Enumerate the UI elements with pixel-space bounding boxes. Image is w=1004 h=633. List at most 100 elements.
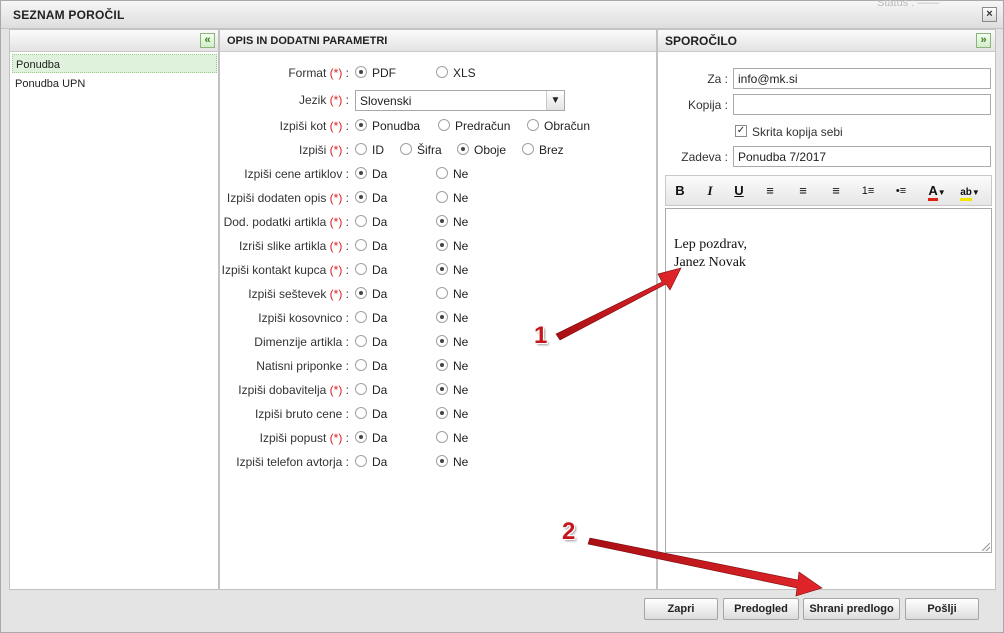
radio-option[interactable]: Ne [436,262,468,280]
subject-field[interactable]: Ponudba 7/2017 [733,146,991,167]
radio-option[interactable]: Da [355,454,387,472]
radio-option[interactable]: Da [355,430,387,448]
radio-button[interactable] [436,310,448,323]
radio-option[interactable]: Da [355,334,387,352]
radio-button[interactable] [436,214,448,227]
radio-button[interactable] [355,454,367,467]
radio-button[interactable] [355,358,367,371]
radio-option[interactable]: Brez [522,142,564,160]
report-list-item[interactable]: Ponudba [12,54,217,73]
radio-button[interactable] [436,406,448,419]
radio-option[interactable]: Ne [436,358,468,376]
radio-option[interactable]: Da [355,190,387,208]
radio-option[interactable]: Ne [436,310,468,328]
radio-option[interactable]: Oboje [457,142,506,160]
radio-button[interactable] [355,190,367,203]
radio-button[interactable] [400,142,412,155]
radio-button[interactable] [355,286,367,299]
bold-icon[interactable]: B [670,183,690,199]
radio-option[interactable]: Da [355,262,387,280]
resize-grip-icon[interactable] [982,543,990,551]
close-button[interactable]: Zapri [644,598,718,620]
expand-right-icon[interactable]: » [976,33,991,48]
radio-option[interactable]: Ne [436,286,468,304]
chevron-down-icon[interactable]: ▼ [546,91,564,110]
radio-option[interactable]: Ne [436,238,468,256]
radio-option[interactable]: Predračun [438,118,510,136]
radio-button[interactable] [436,262,448,275]
radio-button[interactable] [355,382,367,395]
radio-option[interactable]: Ne [436,454,468,472]
radio-button[interactable] [527,118,539,131]
radio-option[interactable]: Da [355,358,387,376]
radio-button[interactable] [355,214,367,227]
align-center-icon[interactable]: ≡ [793,183,813,199]
radio-option[interactable]: Ne [436,334,468,352]
radio-option[interactable]: Da [355,166,387,184]
radio-button[interactable] [355,238,367,251]
bcc-self-checkbox[interactable]: ✓ [735,125,747,137]
bullet-list-icon[interactable]: •≡ [891,183,911,199]
italic-icon[interactable]: I [700,183,720,199]
radio-button[interactable] [436,238,448,251]
radio-option[interactable]: Da [355,238,387,256]
radio-button[interactable] [355,118,367,131]
radio-button[interactable] [355,406,367,419]
radio-button[interactable] [436,382,448,395]
radio-option[interactable]: Ne [436,406,468,424]
send-button[interactable]: Pošlji [905,598,979,620]
underline-icon[interactable]: U [729,183,749,199]
radio-button[interactable] [457,142,469,155]
radio-button[interactable] [355,310,367,323]
cc-field[interactable] [733,94,991,115]
highlight-icon[interactable]: ab▼ [956,183,984,201]
radio-button[interactable] [355,166,367,179]
preview-button[interactable]: Predogled [723,598,799,620]
radio-button[interactable] [355,430,367,443]
align-right-icon[interactable]: ≡ [826,183,846,199]
ordered-list-icon[interactable]: 1≡ [858,183,878,199]
radio-button[interactable] [355,334,367,347]
radio-button[interactable] [436,454,448,467]
radio-option[interactable]: Ne [436,190,468,208]
radio-button[interactable] [436,286,448,299]
radio-button[interactable] [436,358,448,371]
radio-option[interactable]: Ne [436,382,468,400]
radio-option[interactable]: ID [355,142,384,160]
radio-option[interactable]: Šifra [400,142,442,160]
align-left-icon[interactable]: ≡ [760,183,780,199]
radio-option-label: Ne [453,166,469,181]
radio-option[interactable]: Ne [436,166,468,184]
radio-button[interactable] [355,65,367,78]
to-field[interactable]: info@mk.si [733,68,991,89]
close-icon[interactable]: × [982,7,997,22]
radio-option[interactable]: Da [355,310,387,328]
radio-button[interactable] [436,334,448,347]
radio-button[interactable] [436,190,448,203]
report-list-item[interactable]: Ponudba UPN [12,74,217,93]
radio-option[interactable]: Ne [436,214,468,232]
radio-button[interactable] [522,142,534,155]
radio-button[interactable] [436,65,448,78]
radio-button[interactable] [355,262,367,275]
font-color-icon[interactable]: A▼ [924,183,950,201]
radio-option[interactable]: Obračun [527,118,590,136]
radio-option[interactable]: Da [355,406,387,424]
radio-option[interactable]: Ne [436,430,468,448]
radio-option[interactable]: XLS [436,65,476,83]
save-template-button[interactable]: Shrani predlogo [803,598,900,620]
radio-button[interactable] [438,118,450,131]
radio-button[interactable] [436,166,448,179]
radio-button[interactable] [355,142,367,155]
form-row: Izpiši (*) : ID Šifra Oboje Brez [220,142,656,160]
language-select[interactable]: Slovenski ▼ [355,90,565,111]
radio-option[interactable]: Da [355,214,387,232]
message-body-editor[interactable]: Lep pozdrav, Janez Novak [665,208,992,553]
radio-option[interactable]: Da [355,286,387,304]
radio-button[interactable] [436,430,448,443]
radio-option[interactable]: Da [355,382,387,400]
form-row-label: Izpiši kosovnico : [258,311,349,325]
radio-option[interactable]: Ponudba [355,118,420,136]
radio-option[interactable]: PDF [355,65,396,83]
collapse-left-icon[interactable]: « [200,33,215,48]
